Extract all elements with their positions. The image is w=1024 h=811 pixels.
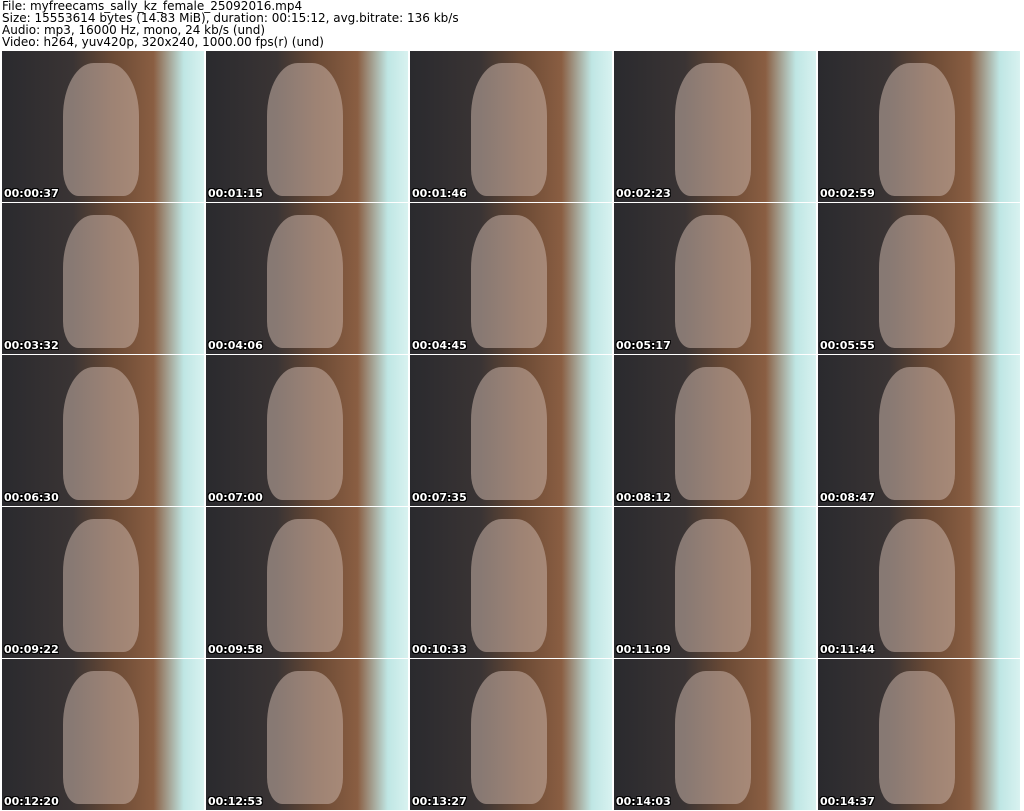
thumbnail-image [470, 63, 548, 196]
thumbnail-image [470, 215, 548, 348]
thumbnail-image [266, 519, 344, 652]
thumbnail-image [674, 63, 752, 196]
thumbnail-image [470, 671, 548, 804]
timestamp: 00:09:58 [208, 643, 263, 656]
video-thumbnail: 00:10:33 [410, 507, 612, 658]
timestamp: 00:12:20 [4, 795, 59, 808]
video-thumbnail: 00:08:47 [818, 355, 1020, 506]
video-thumbnail: 00:00:37 [2, 51, 204, 202]
timestamp: 00:13:27 [412, 795, 467, 808]
timestamp: 00:08:12 [616, 491, 671, 504]
timestamp: 00:01:15 [208, 187, 263, 200]
timestamp: 00:02:23 [616, 187, 671, 200]
video-thumbnail: 00:12:20 [2, 659, 204, 810]
timestamp: 00:11:09 [616, 643, 671, 656]
thumbnail-image [674, 519, 752, 652]
timestamp: 00:12:53 [208, 795, 263, 808]
timestamp: 00:05:17 [616, 339, 671, 352]
thumbnail-image [266, 367, 344, 500]
video-thumbnail: 00:02:23 [614, 51, 816, 202]
video-info: Video: h264, yuv420p, 320x240, 1000.00 f… [2, 35, 324, 49]
timestamp: 00:07:35 [412, 491, 467, 504]
video-thumbnail: 00:05:55 [818, 203, 1020, 354]
thumbnail-image [62, 519, 140, 652]
thumbnail-image [470, 519, 548, 652]
video-thumbnail: 00:14:37 [818, 659, 1020, 810]
video-thumbnail: 00:12:53 [206, 659, 408, 810]
thumbnail-image [878, 367, 956, 500]
timestamp: 00:08:47 [820, 491, 875, 504]
video-thumbnail: 00:11:44 [818, 507, 1020, 658]
timestamp: 00:14:03 [616, 795, 671, 808]
thumbnail-image [266, 671, 344, 804]
video-thumbnail: 00:01:15 [206, 51, 408, 202]
thumbnail-image [62, 367, 140, 500]
thumbnail-image [674, 671, 752, 804]
video-thumbnail: 00:13:27 [410, 659, 612, 810]
video-thumbnail: 00:09:58 [206, 507, 408, 658]
timestamp: 00:04:45 [412, 339, 467, 352]
timestamp: 00:04:06 [208, 339, 263, 352]
thumbnail-image [470, 367, 548, 500]
timestamp: 00:11:44 [820, 643, 875, 656]
timestamp: 00:01:46 [412, 187, 467, 200]
video-thumbnail: 00:04:45 [410, 203, 612, 354]
thumbnail-image [878, 63, 956, 196]
timestamp: 00:02:59 [820, 187, 875, 200]
thumbnail-image [62, 63, 140, 196]
video-thumbnail: 00:04:06 [206, 203, 408, 354]
thumbnail-image [674, 215, 752, 348]
timestamp: 00:09:22 [4, 643, 59, 656]
video-thumbnail: 00:01:46 [410, 51, 612, 202]
thumbnail-grid: 00:00:37 00:01:15 00:01:46 00:02:23 00:02:59… [2, 51, 1020, 810]
thumbnail-image [878, 215, 956, 348]
timestamp: 00:00:37 [4, 187, 59, 200]
video-thumbnail: 00:02:59 [818, 51, 1020, 202]
timestamp: 00:06:30 [4, 491, 59, 504]
thumbnail-image [62, 671, 140, 804]
video-thumbnail: 00:11:09 [614, 507, 816, 658]
video-thumbnail: 00:05:17 [614, 203, 816, 354]
video-thumbnail: 00:08:12 [614, 355, 816, 506]
video-thumbnail: 00:07:00 [206, 355, 408, 506]
timestamp: 00:03:32 [4, 339, 59, 352]
video-thumbnail: 00:14:03 [614, 659, 816, 810]
timestamp: 00:10:33 [412, 643, 467, 656]
timestamp: 00:07:00 [208, 491, 263, 504]
thumbnail-image [878, 671, 956, 804]
thumbnail-image [266, 63, 344, 196]
timestamp: 00:14:37 [820, 795, 875, 808]
thumbnail-image [62, 215, 140, 348]
timestamp: 00:05:55 [820, 339, 875, 352]
video-thumbnail: 00:06:30 [2, 355, 204, 506]
video-thumbnail: 00:03:32 [2, 203, 204, 354]
thumbnail-image [266, 215, 344, 348]
thumbnail-image [674, 367, 752, 500]
thumbnail-image [878, 519, 956, 652]
video-thumbnail: 00:09:22 [2, 507, 204, 658]
file-info: File: myfreecams_sally_kz_female_2509201… [2, 0, 459, 48]
video-thumbnail: 00:07:35 [410, 355, 612, 506]
